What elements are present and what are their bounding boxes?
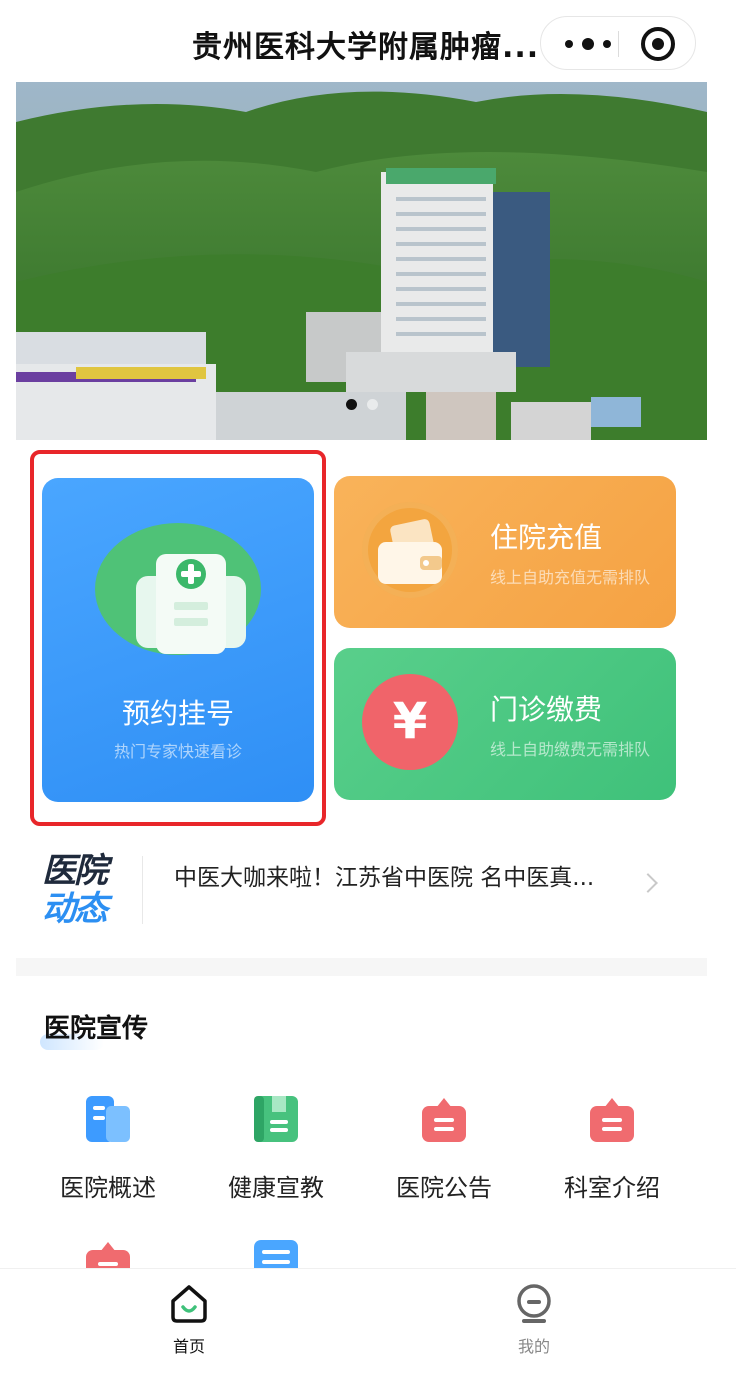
grid-item-partial[interactable] xyxy=(184,1238,368,1268)
grid-item-partial[interactable] xyxy=(16,1238,200,1268)
payment-label: 门诊缴费 xyxy=(490,693,603,726)
appointment-label: 预约挂号 xyxy=(121,697,234,730)
appointment-card[interactable]: 预约挂号 热门专家快速看诊 xyxy=(42,478,314,802)
hospital-banner[interactable] xyxy=(16,82,707,440)
clipboard-icon xyxy=(420,1094,468,1144)
hospital-aerial-photo xyxy=(16,82,707,440)
tab-home-label: 首页 xyxy=(172,1337,205,1356)
carousel-dot-active[interactable] xyxy=(345,399,357,410)
grid-item-label: 科室介绍 xyxy=(564,1174,660,1202)
page-title: 贵州医科大学附属肿瘤... xyxy=(192,30,540,65)
book-icon xyxy=(252,1094,300,1144)
news-logo-line2: 动态 xyxy=(42,889,108,929)
home-icon xyxy=(171,1285,207,1323)
tab-profile[interactable]: 我的 xyxy=(474,1281,594,1357)
tab-bar: 首页 我的 xyxy=(0,1268,736,1381)
target-circle-icon[interactable] xyxy=(641,27,675,61)
news-headline[interactable]: 中医大咖来啦！江苏省中医院 名中医真... xyxy=(174,858,594,892)
list-icon xyxy=(252,1238,300,1268)
news-logo: 医院 动态 xyxy=(42,852,132,932)
clipboard-icon xyxy=(588,1094,636,1144)
grid-item-department-intro[interactable]: 科室介绍 xyxy=(520,1094,704,1203)
grid-item-label: 医院公告 xyxy=(396,1174,492,1202)
promo-section-title: 医院宣传 xyxy=(44,1014,149,1044)
building-icon xyxy=(84,1094,132,1144)
clipboard-icon xyxy=(84,1238,132,1268)
grid-item-hospital-overview[interactable]: 医院概述 xyxy=(16,1094,200,1203)
title-bar: 贵州医科大学附属肿瘤... xyxy=(0,0,736,82)
news-logo-line1: 医院 xyxy=(42,851,108,891)
chevron-right-icon[interactable] xyxy=(638,873,658,893)
tab-home[interactable]: 首页 xyxy=(129,1281,249,1357)
carousel-dot[interactable] xyxy=(366,399,378,410)
payment-card[interactable]: ¥ 门诊缴费 线上自助缴费无需排队 xyxy=(334,648,676,800)
grid-item-hospital-notice[interactable]: 医院公告 xyxy=(352,1094,536,1203)
yen-symbol: ¥ xyxy=(392,692,428,750)
appointment-subtitle: 热门专家快速看诊 xyxy=(113,742,242,761)
recharge-label: 住院充值 xyxy=(490,521,603,554)
carousel-indicator xyxy=(16,399,707,410)
mini-program-capsule xyxy=(540,16,696,70)
payment-subtitle: 线上自助缴费无需排队 xyxy=(490,740,651,759)
profile-icon xyxy=(517,1284,551,1323)
wallet-icon xyxy=(362,502,458,598)
grid-item-label: 医院概述 xyxy=(60,1174,156,1202)
recharge-subtitle: 线上自助充值无需排队 xyxy=(490,568,651,587)
grid-item-health-education[interactable]: 健康宣教 xyxy=(184,1094,368,1203)
more-dots-icon[interactable] xyxy=(565,33,611,55)
tab-profile-label: 我的 xyxy=(517,1337,550,1356)
medical-record-icon xyxy=(136,554,246,654)
capsule-divider xyxy=(618,31,619,57)
recharge-card[interactable]: 住院充值 线上自助充值无需排队 xyxy=(334,476,676,628)
news-divider xyxy=(142,856,143,924)
yen-icon: ¥ xyxy=(362,674,458,770)
section-separator xyxy=(16,958,707,976)
hospital-news-bar[interactable]: 医院 动态 中医大咖来啦！江苏省中医院 名中医真... xyxy=(16,832,707,942)
grid-item-label: 健康宣教 xyxy=(228,1174,324,1202)
